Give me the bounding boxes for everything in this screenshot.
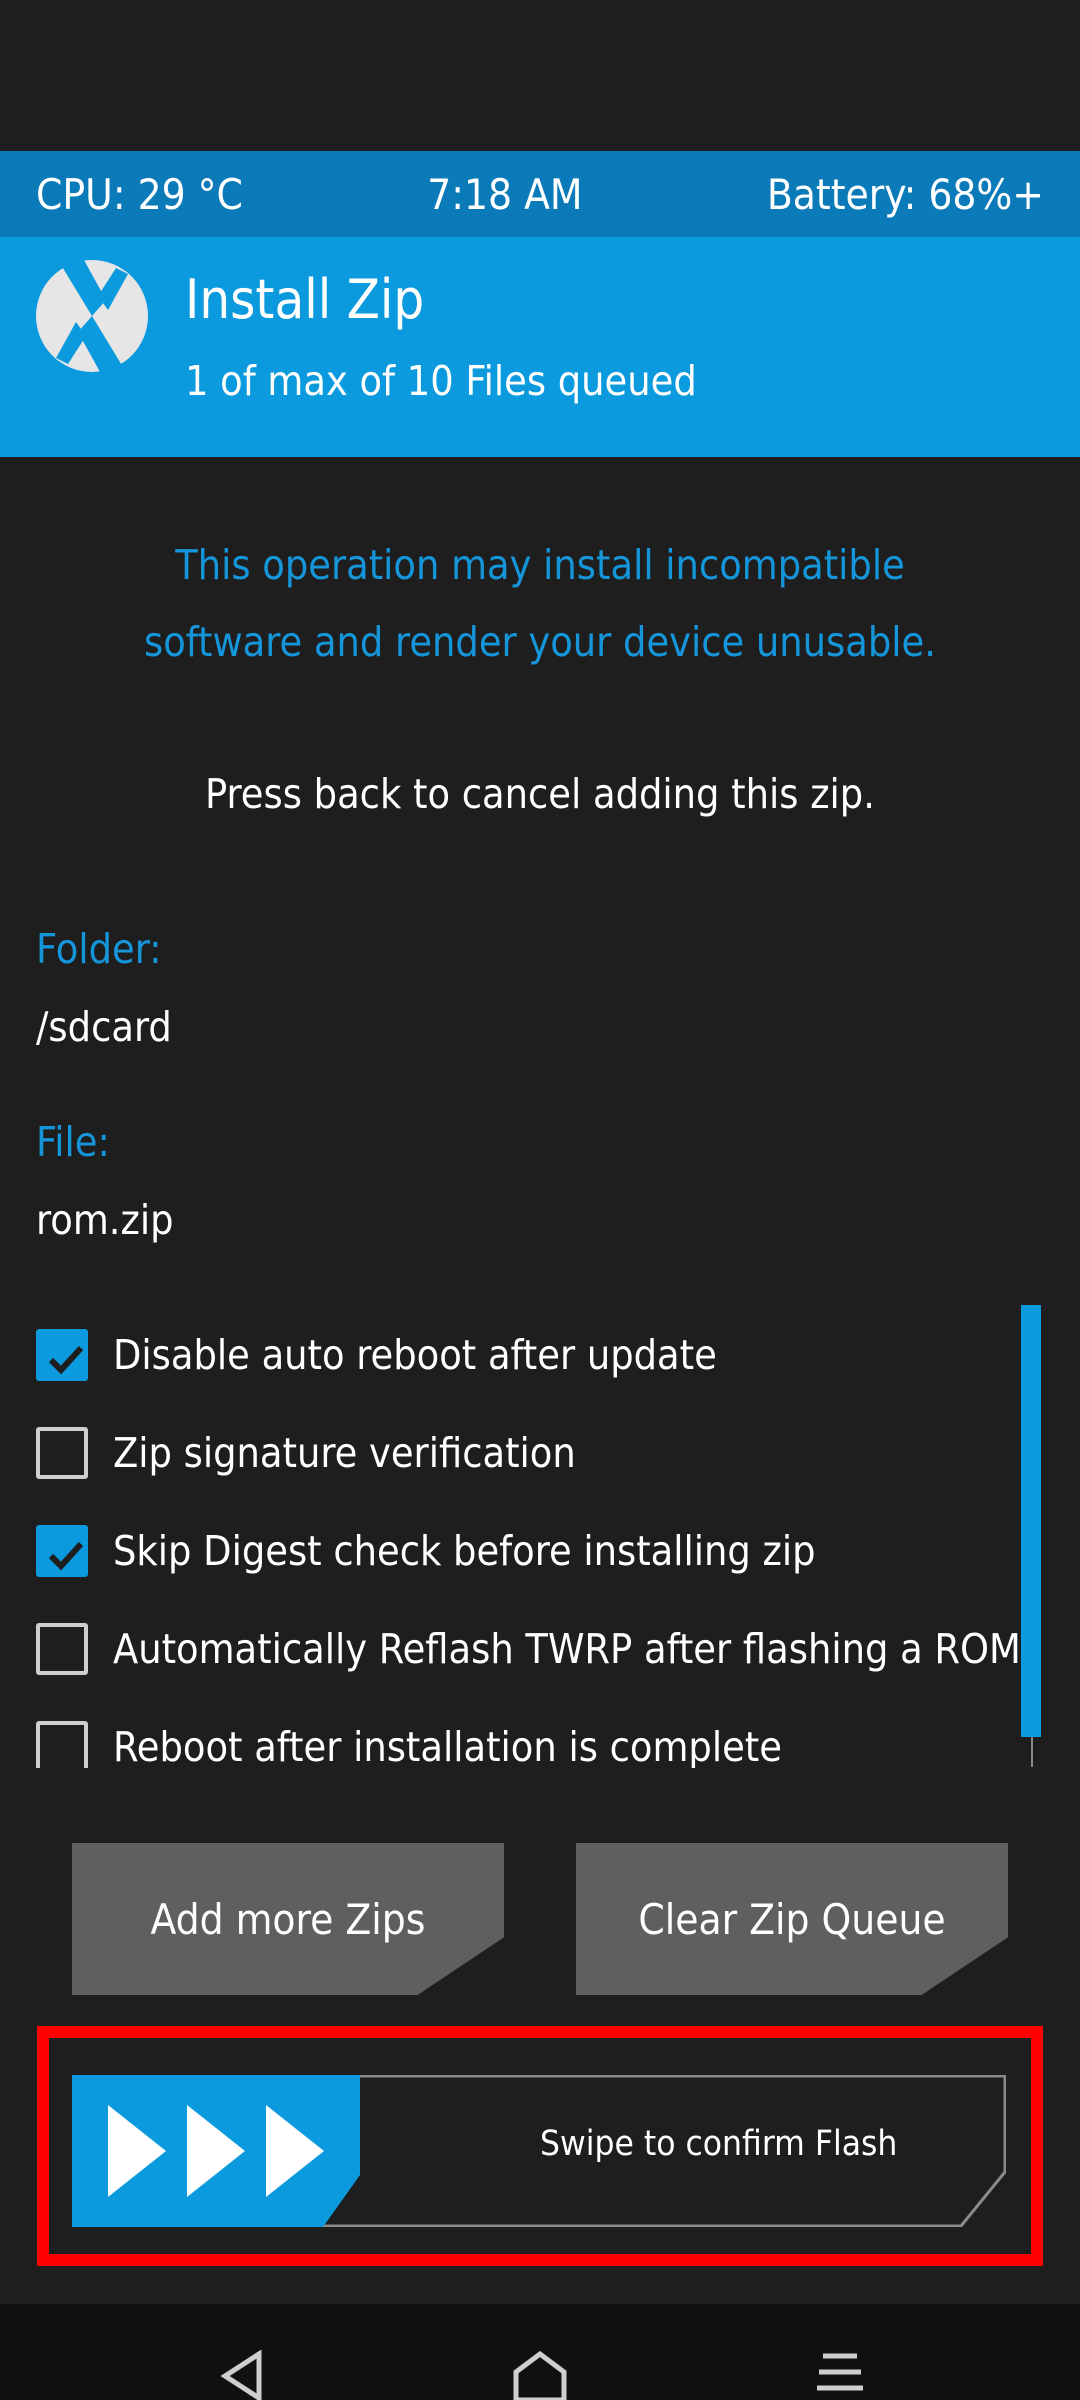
home-icon[interactable] bbox=[510, 2350, 570, 2400]
status-bar: CPU: 29 °C 7:18 AM Battery: 68%+ bbox=[0, 151, 1080, 237]
back-icon[interactable] bbox=[213, 2350, 273, 2400]
folder-label: Folder: bbox=[36, 925, 162, 973]
page-header bbox=[0, 237, 1080, 457]
folder-value: /sdcard bbox=[36, 1003, 172, 1051]
warning-line-2: software and render your device unusable… bbox=[144, 618, 936, 666]
file-label: File: bbox=[36, 1118, 110, 1166]
clock: 7:18 AM bbox=[427, 169, 583, 219]
file-value: rom.zip bbox=[36, 1196, 174, 1244]
option-skip-digest-check[interactable]: Skip Digest check before installing zip bbox=[36, 1521, 816, 1581]
option-label: Automatically Reflash TWRP after flashin… bbox=[113, 1625, 1021, 1673]
checkbox-checked-icon[interactable] bbox=[36, 1525, 88, 1577]
option-label: Skip Digest check before installing zip bbox=[113, 1527, 816, 1575]
checkbox-unchecked-icon[interactable] bbox=[36, 1427, 88, 1479]
page-title: Install Zip bbox=[185, 268, 425, 331]
option-label: Reboot after installation is complete bbox=[113, 1723, 782, 1768]
checkbox-checked-icon[interactable] bbox=[36, 1329, 88, 1381]
swipe-label: Swipe to confirm Flash bbox=[540, 2124, 898, 2164]
option-zip-signature-verification[interactable]: Zip signature verification bbox=[36, 1423, 576, 1483]
option-disable-auto-reboot[interactable]: Disable auto reboot after update bbox=[36, 1325, 717, 1385]
install-options-list[interactable]: Disable auto reboot after update Zip sig… bbox=[0, 1300, 1030, 1768]
options-scrollbar[interactable] bbox=[1021, 1305, 1041, 1737]
option-label: Disable auto reboot after update bbox=[113, 1331, 717, 1379]
menu-icon[interactable] bbox=[815, 2350, 865, 2400]
cpu-temperature: CPU: 29 °C bbox=[36, 169, 243, 219]
clear-zip-queue-button[interactable]: Clear Zip Queue bbox=[576, 1843, 1008, 1995]
option-label: Zip signature verification bbox=[113, 1429, 576, 1477]
warning-line-1: This operation may install incompatible bbox=[175, 541, 905, 589]
battery-level: Battery: 68%+ bbox=[766, 169, 1044, 219]
scrollbar-track bbox=[1031, 1737, 1033, 1767]
checkbox-unchecked-icon[interactable] bbox=[36, 1623, 88, 1675]
option-reflash-twrp[interactable]: Automatically Reflash TWRP after flashin… bbox=[36, 1619, 1021, 1679]
twrp-logo-icon bbox=[36, 260, 148, 372]
add-more-zips-button[interactable]: Add more Zips bbox=[72, 1843, 504, 1995]
queue-count: 1 of max of 10 Files queued bbox=[185, 357, 697, 405]
cancel-note: Press back to cancel adding this zip. bbox=[205, 770, 875, 818]
option-reboot-after-install[interactable]: Reboot after installation is complete bbox=[36, 1717, 782, 1768]
screen-top-area bbox=[0, 0, 1080, 151]
checkbox-unchecked-icon[interactable] bbox=[36, 1721, 88, 1768]
